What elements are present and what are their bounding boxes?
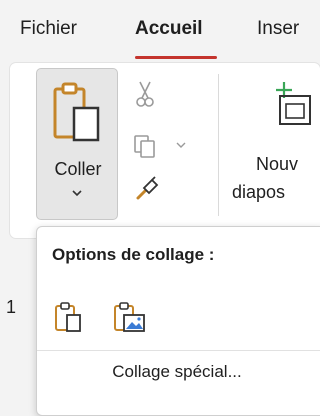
paste-picture-icon[interactable] xyxy=(113,301,147,333)
cut-icon[interactable] xyxy=(134,80,156,108)
paste-label: Coller xyxy=(54,159,102,179)
copy-dropdown-chevron-icon[interactable] xyxy=(176,142,186,149)
tab-accueil[interactable]: Accueil xyxy=(135,18,203,40)
paste-special-text-end: e spécial... xyxy=(160,362,242,381)
paste-special-item[interactable]: Collage spécial... xyxy=(37,362,317,382)
clipboard-icon xyxy=(53,82,100,142)
keep-source-formatting-icon[interactable] xyxy=(54,301,84,333)
format-painter-icon[interactable] xyxy=(134,176,160,202)
paste-options-title: Options de collage : xyxy=(52,245,215,264)
new-slide-label-line1: Nouv xyxy=(256,154,299,174)
chevron-down-icon xyxy=(72,190,82,197)
ribbon-separator xyxy=(218,74,219,216)
new-slide-icon[interactable] xyxy=(272,80,312,128)
copy-icon[interactable] xyxy=(133,134,159,160)
new-slide-button[interactable]: Nouv diapos xyxy=(232,150,298,206)
menu-divider xyxy=(37,350,320,351)
paste-special-text-start: Colla xyxy=(112,362,151,381)
paste-options-menu: Options de collage : Collage spécial... xyxy=(36,226,320,416)
tab-inserer[interactable]: Inser xyxy=(257,18,299,40)
new-slide-label-line2: diapos xyxy=(232,182,286,202)
active-tab-indicator xyxy=(135,56,217,59)
slide-number: 1 xyxy=(6,297,17,317)
tab-fichier[interactable]: Fichier xyxy=(20,18,77,40)
paste-button[interactable]: Coller xyxy=(36,68,118,220)
